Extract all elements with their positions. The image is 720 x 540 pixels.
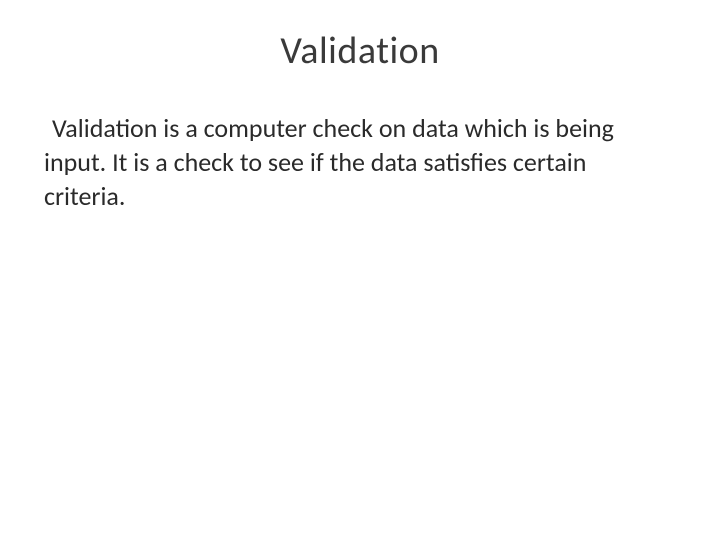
slide-title: Validation [40,28,680,74]
slide-container: Validation Validation is a computer chec… [0,0,720,540]
slide-body-text: Validation is a computer check on data w… [40,112,680,213]
